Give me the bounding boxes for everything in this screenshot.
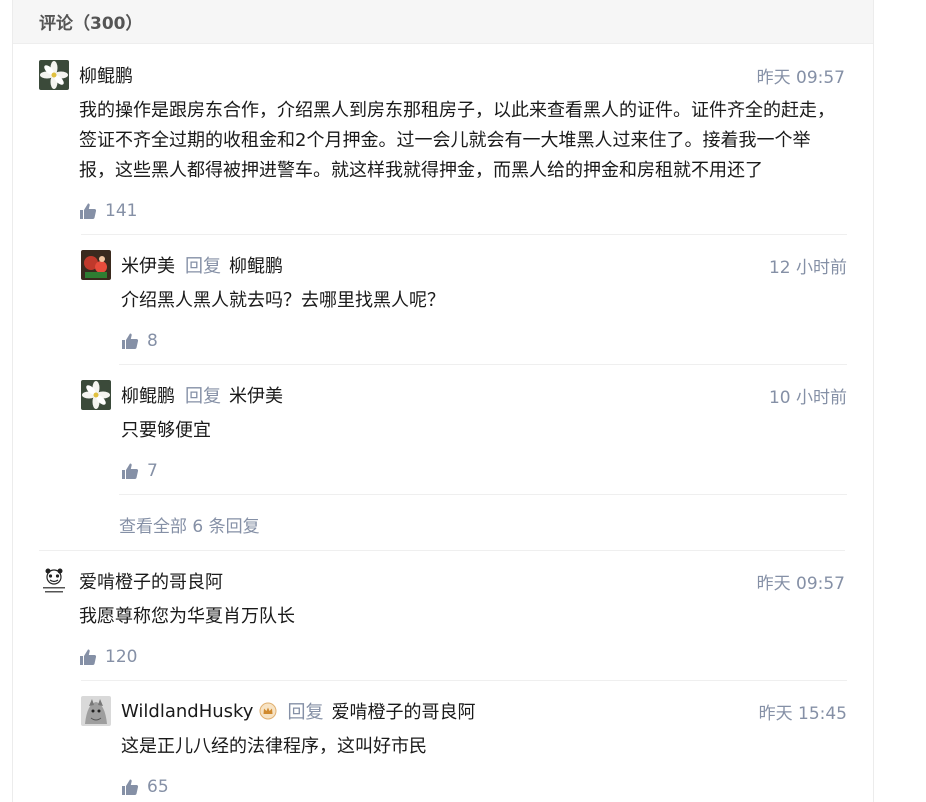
comment-author[interactable]: 柳鲲鹏	[79, 62, 133, 88]
reply-time: 12 小时前	[768, 257, 847, 278]
avatar[interactable]	[81, 250, 111, 280]
comment-time: 昨天 09:57	[756, 573, 845, 594]
reply-target[interactable]: 爱啃橙子的哥良阿	[331, 698, 475, 724]
reply-author[interactable]: 米伊美	[121, 252, 175, 278]
like-count: 65	[147, 777, 169, 797]
like-count: 120	[105, 647, 138, 667]
comments-panel: 评论（300） 柳鲲鹏 昨天 09:57 我的操作是跟房东合作，介绍黑人到房东那…	[12, 0, 874, 802]
avatar[interactable]	[39, 566, 69, 596]
reply-label: 回复	[287, 702, 324, 723]
reply-label: 回复	[185, 386, 221, 407]
reply-text: 这是正儿八经的法律程序，这叫好市民	[121, 736, 427, 757]
reply-time: 10 小时前	[768, 387, 847, 408]
avatar[interactable]	[81, 380, 111, 410]
comment-item: 爱啃橙子的哥良阿 昨天 09:57 我愿尊称您为华夏肖万队长 120	[39, 566, 845, 670]
comment-item: 柳鲲鹏 昨天 09:57 我的操作是跟房东合作，介绍黑人到房东那租房子，以此来查…	[39, 60, 845, 224]
like-button[interactable]: 141	[79, 198, 845, 224]
reply-item: WildlandHusky 回复 爱啃橙子的哥良阿 昨天 15:45 这是正儿八…	[81, 696, 847, 800]
reply-item: 米伊美 回复 柳鲲鹏 12 小时前 介绍黑人黑人就去吗？去哪里找黑人呢？ 8	[81, 250, 847, 354]
like-count: 8	[147, 331, 158, 351]
divider	[81, 234, 847, 235]
like-count: 7	[147, 461, 158, 481]
reply-target[interactable]: 柳鲲鹏	[229, 252, 283, 278]
thumbs-up-icon	[80, 649, 97, 665]
reply-author[interactable]: 柳鲲鹏	[121, 382, 175, 408]
thumbs-up-icon	[122, 779, 139, 795]
like-button[interactable]: 8	[121, 328, 847, 354]
thumbs-up-icon	[122, 463, 139, 479]
divider	[81, 680, 847, 681]
view-all-replies-link[interactable]: 查看全部 6 条回复	[119, 512, 260, 537]
like-button[interactable]: 120	[79, 644, 845, 670]
comment-time: 昨天 09:57	[756, 67, 845, 88]
like-button[interactable]: 7	[121, 458, 847, 484]
reply-item: 柳鲲鹏 回复 米伊美 10 小时前 只要够便宜 7	[81, 380, 847, 484]
comments-header: 评论（300）	[13, 0, 873, 44]
like-count: 141	[105, 201, 138, 221]
crown-badge-icon	[259, 702, 277, 720]
avatar[interactable]	[81, 696, 111, 726]
reply-text: 只要够便宜	[121, 420, 211, 441]
divider	[39, 550, 845, 551]
thumbs-up-icon	[122, 333, 139, 349]
divider	[119, 364, 847, 365]
divider	[119, 494, 847, 495]
reply-target[interactable]: 米伊美	[229, 382, 283, 408]
reply-label: 回复	[185, 256, 221, 277]
reply-author[interactable]: WildlandHusky	[121, 701, 253, 722]
thumbs-up-icon	[80, 203, 97, 219]
comment-text: 我愿尊称您为华夏肖万队长	[79, 606, 295, 627]
like-button[interactable]: 65	[121, 774, 847, 800]
comment-author[interactable]: 爱啃橙子的哥良阿	[79, 568, 223, 594]
comments-title: 评论（300）	[39, 14, 143, 34]
comment-text: 我的操作是跟房东合作，介绍黑人到房东那租房子，以此来查看黑人的证件。证件齐全的赶…	[79, 100, 835, 181]
avatar[interactable]	[39, 60, 69, 90]
reply-time: 昨天 15:45	[758, 703, 847, 724]
reply-text: 介绍黑人黑人就去吗？去哪里找黑人呢？	[121, 290, 445, 311]
